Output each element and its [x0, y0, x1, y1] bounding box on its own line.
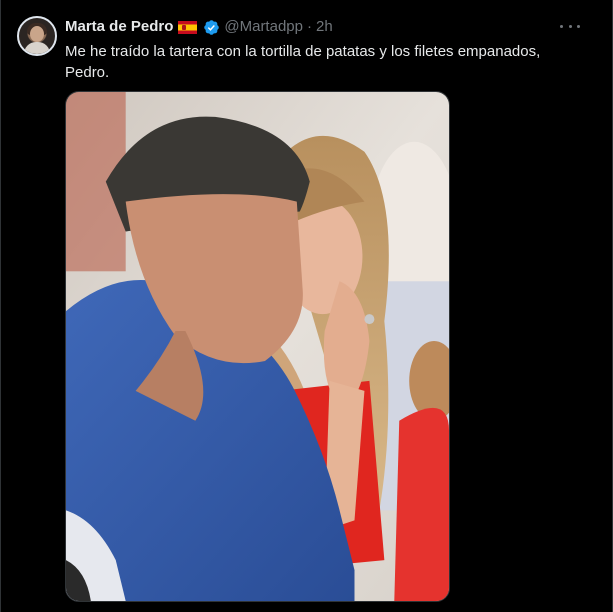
more-dot: [560, 24, 563, 28]
more-dot: [568, 24, 572, 28]
spain-flag-icon: [178, 20, 198, 34]
tweet-text: Me he traído la tartera con la tortilla …: [65, 41, 585, 83]
author-name[interactable]: Marta de Pedro: [65, 18, 173, 36]
tweet-header: Marta de Pedro @Martadpp · 2h: [65, 18, 333, 36]
tweet-timestamp[interactable]: 2h: [316, 18, 333, 36]
separator-dot: ·: [306, 18, 312, 35]
more-dot: [577, 24, 580, 28]
avatar-face: [30, 26, 44, 42]
author-handle[interactable]: @Martadpp: [224, 18, 303, 36]
tweet-text-line: Pedro.: [65, 64, 110, 81]
author-avatar[interactable]: [17, 16, 57, 56]
tweet-text-line: Me he traído la tartera con la tortilla …: [65, 43, 541, 60]
avatar-body: [24, 42, 50, 54]
tweet-card[interactable]: Marta de Pedro @Martadpp · 2h Me he traí…: [0, 0, 613, 612]
tweet-photo[interactable]: [65, 91, 450, 602]
more-horizontal-icon[interactable]: [560, 16, 580, 36]
photo-illustration: [66, 92, 449, 601]
verified-badge-icon[interactable]: [203, 19, 220, 36]
